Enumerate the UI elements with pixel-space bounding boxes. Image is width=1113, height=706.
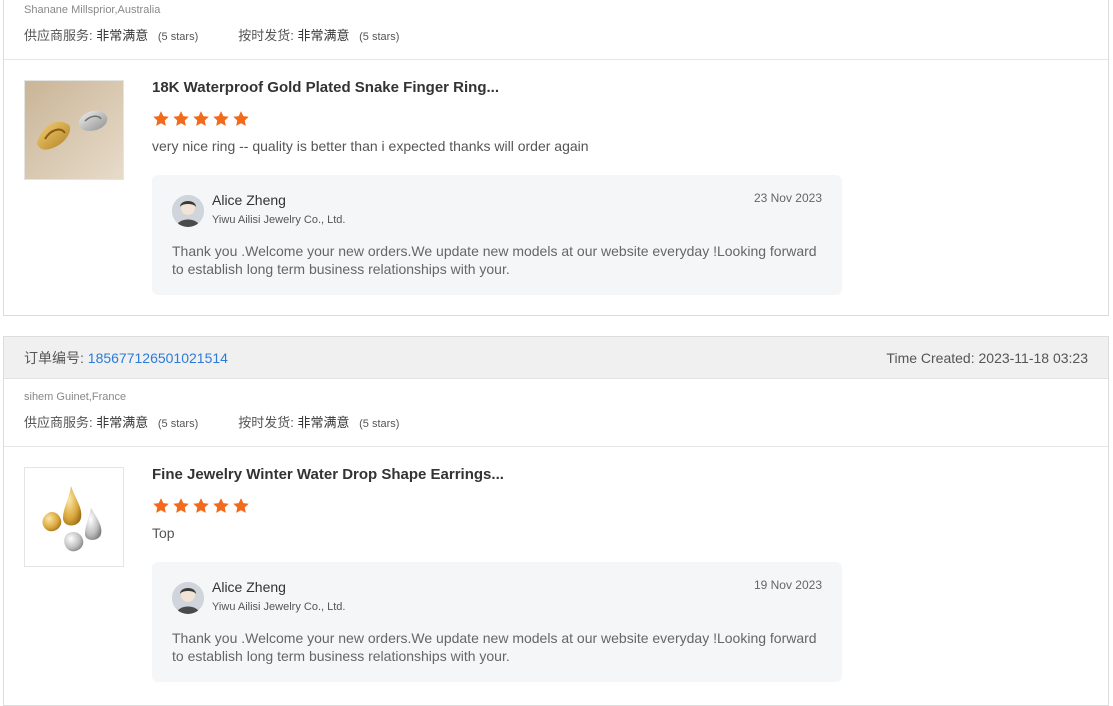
star-icon <box>193 498 209 513</box>
reply-date: 23 Nov 2023 <box>753 191 822 205</box>
product-review: Fine Jewelry Winter Water Drop Shape Ear… <box>4 447 1108 705</box>
star-icon <box>213 111 229 126</box>
time-created: Time Created: 2023-11-18 03:23 <box>886 350 1088 366</box>
review-card: Shanane Millsprior,Australia 供应商服务: 非常满意… <box>3 0 1109 316</box>
review-text: Top <box>152 525 175 541</box>
reply-author: Alice Zheng <box>212 579 286 595</box>
product-review: 18K Waterproof Gold Plated Snake Finger … <box>4 60 1108 318</box>
supplier-ratings: 供应商服务: 非常满意 (5 stars) 按时发货: 非常满意 (5 star… <box>24 412 1088 431</box>
supplier-service-rating: 供应商服务: 非常满意 (5 stars) <box>24 28 199 43</box>
avatar-photo <box>172 195 204 227</box>
avatar <box>172 582 204 614</box>
seller-reply: Alice Zheng Yiwu Ailisi Jewelry Co., Ltd… <box>152 562 842 682</box>
star-icon <box>173 498 189 513</box>
product-title[interactable]: 18K Waterproof Gold Plated Snake Finger … <box>152 79 499 96</box>
reply-author: Alice Zheng <box>212 192 286 208</box>
star-icon <box>233 498 249 513</box>
order-number-link[interactable]: 185677126501021514 <box>88 350 228 366</box>
supplier-service-rating: 供应商服务: 非常满意 (5 stars) <box>24 415 199 430</box>
reply-text: Thank you .Welcome your new orders.We up… <box>172 243 817 277</box>
order-number-group: 订单编号: 185677126501021514 <box>24 348 228 368</box>
rating-stars <box>152 497 250 515</box>
order-header: 订单编号: 185677126501021514 Time Created: 2… <box>4 337 1108 379</box>
reply-company: Yiwu Ailisi Jewelry Co., Ltd. <box>212 214 346 226</box>
star-icon <box>153 111 169 126</box>
product-thumbnail[interactable] <box>24 80 124 180</box>
star-icon <box>193 111 209 126</box>
time-created-value: 2023-11-18 03:23 <box>978 349 1089 366</box>
time-created-label: Time Created: <box>886 349 975 366</box>
reply-date: 19 Nov 2023 <box>753 578 822 592</box>
star-icon <box>213 498 229 513</box>
ontime-delivery-rating: 按时发货: 非常满意 (5 stars) <box>238 28 400 43</box>
avatar <box>172 195 204 227</box>
earrings-image <box>25 468 123 566</box>
order-number-label: 订单编号: <box>24 349 84 366</box>
avatar-photo <box>172 582 204 614</box>
product-thumbnail[interactable] <box>24 467 124 567</box>
ontime-delivery-rating: 按时发货: 非常满意 (5 stars) <box>238 415 400 430</box>
reply-text: Thank you .Welcome your new orders.We up… <box>172 630 817 664</box>
seller-reply: Alice Zheng Yiwu Ailisi Jewelry Co., Ltd… <box>152 175 842 295</box>
star-icon <box>233 111 249 126</box>
buyer-name: sihem Guinet,France <box>24 391 127 403</box>
review-text: very nice ring -- quality is better than… <box>152 138 589 154</box>
star-icon <box>153 498 169 513</box>
supplier-ratings: 供应商服务: 非常满意 (5 stars) 按时发货: 非常满意 (5 star… <box>24 25 1088 44</box>
star-icon <box>173 111 189 126</box>
reply-company: Yiwu Ailisi Jewelry Co., Ltd. <box>212 601 346 613</box>
buyer-info: Shanane Millsprior,Australia 供应商服务: 非常满意… <box>4 0 1108 44</box>
ring-image <box>25 81 123 179</box>
rating-stars <box>152 110 250 128</box>
review-card: 订单编号: 185677126501021514 Time Created: 2… <box>3 336 1109 706</box>
buyer-info: sihem Guinet,France 供应商服务: 非常满意 (5 stars… <box>4 379 1108 431</box>
buyer-name: Shanane Millsprior,Australia <box>24 4 161 16</box>
product-title[interactable]: Fine Jewelry Winter Water Drop Shape Ear… <box>152 466 504 483</box>
